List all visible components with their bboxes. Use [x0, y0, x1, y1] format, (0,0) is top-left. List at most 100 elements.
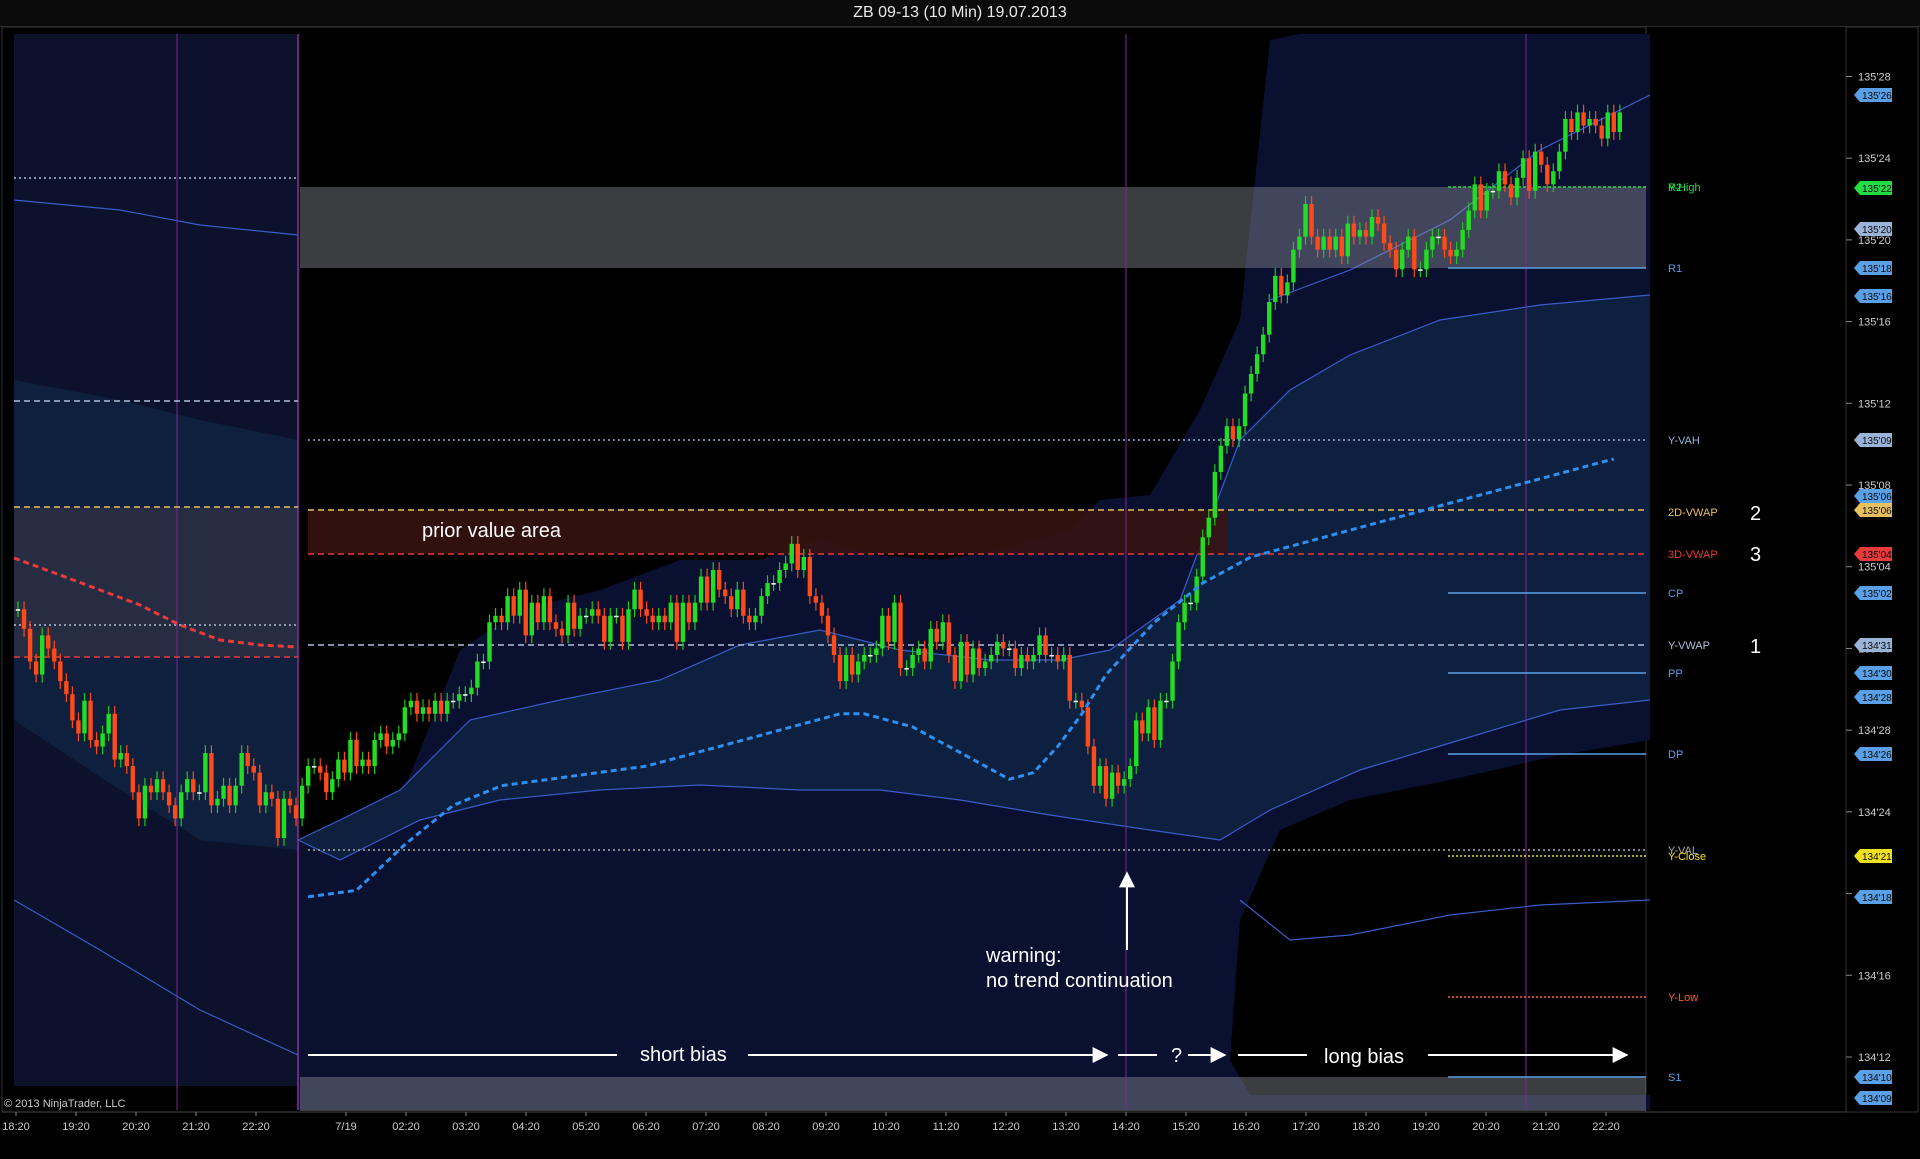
candle — [892, 594, 897, 650]
price-badge: 134'10 — [1854, 1070, 1892, 1084]
level-label: PP — [1668, 668, 1683, 680]
price-badge-label: 134'21 — [1862, 852, 1892, 863]
annotation-warning-line2: no trend continuation — [986, 970, 1173, 992]
annotation-prior-value-area: prior value area — [422, 520, 562, 542]
candle — [1532, 143, 1538, 199]
annotation-number-2: 2 — [1750, 503, 1761, 525]
price-badge: 135'06 — [1854, 503, 1892, 517]
time-tick-label: 07:20 — [692, 1121, 720, 1133]
level-label: Y-Low — [1668, 992, 1698, 1004]
candle — [39, 627, 45, 683]
price-badge: 135'04 — [1854, 547, 1892, 561]
price-badge: 135'02 — [1854, 586, 1892, 600]
candle — [807, 549, 813, 604]
level-label: S1 — [1668, 1072, 1681, 1084]
price-badge: 134'30 — [1854, 666, 1892, 680]
price-badge-label: 134'09 — [1862, 1094, 1892, 1105]
candle — [1200, 529, 1205, 585]
time-tick-label: 21:20 — [1532, 1121, 1560, 1133]
price-badge: 135'09 — [1854, 433, 1892, 447]
price-tick-label: 134'24 — [1858, 807, 1891, 819]
annotation-question: ? — [1171, 1045, 1182, 1067]
price-badge: 135'20 — [1854, 222, 1892, 236]
price-tick-label: 134'16 — [1858, 970, 1891, 982]
price-badge: 135'26 — [1854, 88, 1892, 102]
price-badge: 134'09 — [1854, 1091, 1892, 1105]
s1-zone — [300, 1077, 1646, 1111]
time-tick-label: 13:20 — [1052, 1121, 1080, 1133]
price-tick-label: 134'28 — [1858, 725, 1891, 737]
time-tick-label: 17:20 — [1292, 1121, 1320, 1133]
level-labels: R2Y-HighR1Y-VAH2D-VWAP3D-VWAPCPY-VWAPPPD… — [1668, 182, 1718, 1084]
time-axis: 18:20 19:20 20:20 21:20 22:20 7/19 02:20 03:20 0… — [2, 1112, 1620, 1133]
time-tick-label: 12:20 — [992, 1121, 1020, 1133]
level-label: Y-VAH — [1668, 435, 1700, 447]
price-badge: 134'18 — [1854, 890, 1892, 904]
price-badge-label: 134'10 — [1862, 1073, 1892, 1084]
time-tick-label: 18:20 — [2, 1121, 30, 1133]
price-tick-label: 135'04 — [1858, 562, 1891, 574]
time-tick-label: 02:20 — [392, 1121, 420, 1133]
price-badge-label: 135'26 — [1862, 91, 1892, 102]
level-label: Y-High — [1668, 182, 1701, 194]
level-label: R1 — [1668, 263, 1682, 275]
price-tick-label: 135'20 — [1858, 235, 1891, 247]
time-tick-label: 06:20 — [632, 1121, 660, 1133]
price-badge: 134'31 — [1854, 638, 1892, 652]
candle — [203, 745, 208, 801]
candle — [1212, 464, 1218, 526]
price-badge: 135'16 — [1854, 289, 1892, 303]
price-badge-label: 135'06 — [1862, 506, 1892, 517]
price-badge: 134'21 — [1854, 849, 1892, 863]
price-badge-label: 135'20 — [1862, 225, 1892, 236]
time-tick-label: 03:20 — [452, 1121, 480, 1133]
annotation-number-1: 1 — [1750, 636, 1761, 658]
price-tick-label: 135'28 — [1858, 71, 1891, 83]
candle — [1091, 738, 1097, 794]
annotation-long-bias: long bias — [1324, 1046, 1404, 1068]
copyright-notice: © 2013 NinjaTrader, LLC — [4, 1098, 126, 1110]
candle — [680, 594, 686, 650]
candle — [112, 705, 117, 768]
time-tick-label: 08:20 — [752, 1121, 780, 1133]
time-tick-label: 21:20 — [182, 1121, 210, 1133]
price-badge-label: 135'16 — [1862, 292, 1892, 303]
level-label: 2D-VWAP — [1668, 507, 1718, 519]
prior-session-value-zone — [14, 507, 298, 657]
price-badge-label: 134'28 — [1862, 693, 1892, 704]
candle — [281, 790, 287, 846]
price-badge-label: 135'22 — [1862, 184, 1892, 195]
candle — [1134, 712, 1139, 774]
price-badge-label: 135'06 — [1862, 492, 1892, 503]
candle — [209, 745, 214, 814]
time-tick-label: 05:20 — [572, 1121, 600, 1133]
price-tick-label: 135'16 — [1858, 317, 1891, 329]
price-badge-label: 134'26 — [1862, 750, 1892, 761]
price-badge: 135'18 — [1854, 261, 1892, 275]
time-tick-label: 14:20 — [1112, 1121, 1140, 1133]
time-tick-label: 22:20 — [1592, 1121, 1620, 1133]
price-tick-label: 134'12 — [1858, 1052, 1891, 1064]
time-tick-label: 09:20 — [812, 1121, 840, 1133]
candle — [523, 581, 528, 644]
price-chart[interactable]: 135'28135'24135'20135'16135'12135'08135'… — [0, 26, 1920, 1159]
candle — [275, 790, 281, 846]
price-badge: 134'26 — [1854, 747, 1892, 761]
time-tick-label: 7/19 — [335, 1121, 356, 1133]
candle — [958, 634, 964, 689]
candle — [1170, 653, 1175, 709]
time-tick-label: 15:20 — [1172, 1121, 1200, 1133]
time-tick-label: 18:20 — [1352, 1121, 1380, 1133]
price-badge: 135'22 — [1854, 181, 1892, 195]
annotation-number-3: 3 — [1750, 544, 1761, 566]
price-badge-label: 135'09 — [1862, 436, 1892, 447]
price-badge: 134'28 — [1854, 690, 1892, 704]
window-title: ZB 09-13 (10 Min) 19.07.2013 — [0, 0, 1920, 27]
candle — [1158, 692, 1163, 748]
level-label: DP — [1668, 749, 1683, 761]
price-badge-label: 135'02 — [1862, 589, 1892, 600]
time-tick-label: 20:20 — [122, 1121, 150, 1133]
level-label: CP — [1668, 588, 1683, 600]
level-label: Y-Close — [1668, 851, 1706, 863]
annotation-warning-line1: warning: — [985, 945, 1062, 967]
